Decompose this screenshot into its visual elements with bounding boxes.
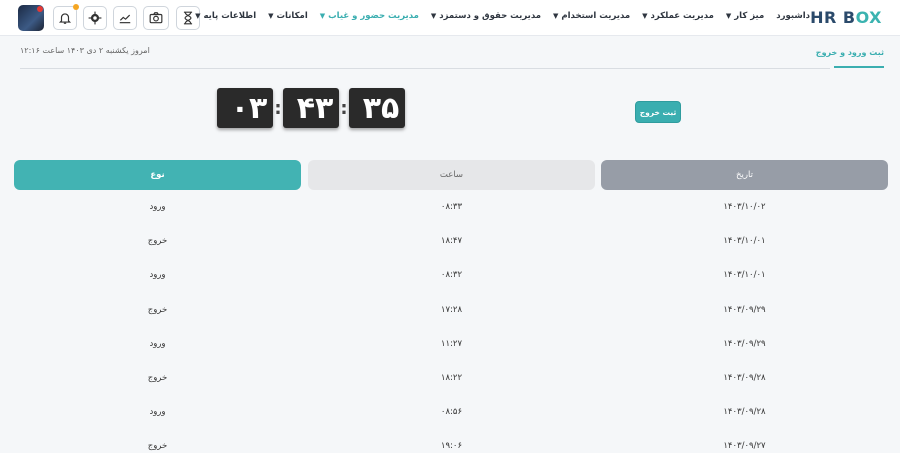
notification-dot (73, 4, 79, 10)
cell-time: ۰۸:۳۲ (440, 270, 463, 281)
cell-date: ۱۴۰۳/۰۹/۲۹ (723, 304, 766, 315)
live-clock: ۰۳ : ۴۳ : ۳۵ (217, 88, 405, 128)
table-row: ورود ۰۸:۵۶ ۱۴۰۳/۰۹/۲۸ (0, 395, 900, 429)
bell-button[interactable] (53, 4, 79, 30)
settings-button[interactable] (83, 6, 107, 30)
nav-item-base-info[interactable]: اطلاعات پایه ▼ (195, 11, 256, 21)
cell-date: ۱۴۰۳/۱۰/۰۲ (723, 202, 766, 212)
nav-item-features[interactable]: امکانات ▼ (268, 11, 308, 21)
cell-type: خروج (147, 236, 168, 247)
column-header-type[interactable]: نوع (14, 160, 301, 190)
current-date-text: امروز یکشنبه ۲ دی ۱۴۰۳ ساعت ۱۲:۱۶ (20, 46, 150, 55)
table-row: ورود ۰۸:۳۲ ۱۴۰۳/۱۰/۰۱ (0, 258, 900, 292)
nav-item-dashboard[interactable]: داشبورد (776, 11, 810, 21)
table-row: خروج ۱۹:۰۶ ۱۴۰۳/۰۹/۲۷ (0, 429, 900, 453)
clock-separator: : (340, 97, 348, 119)
cell-time: ۰۸:۵۶ (440, 407, 463, 418)
camera-button[interactable] (143, 6, 169, 30)
hourglass-icon (183, 11, 193, 25)
reports-button[interactable] (113, 6, 137, 30)
main-nav: داشبورد میز کار ▼ مدیریت عملکرد ▼ مدیریت ا… (195, 11, 810, 21)
cell-date: ۱۴۰۳/۰۹/۲۸ (723, 407, 766, 418)
chevron-down-icon: ▼ (553, 12, 559, 20)
cell-type: ورود (149, 407, 166, 418)
attendance-table-body: ورود ۰۸:۳۳ ۱۴۰۳/۱۰/۰۲ خروج ۱۸:۴۷ ۱۴۰۳/۱۰… (0, 190, 900, 453)
cell-type: خروج (147, 441, 168, 452)
nav-item-recruitment[interactable]: مدیریت استخدام ▼ (553, 11, 630, 21)
cell-date: ۱۴۰۳/۰۹/۲۹ (723, 338, 766, 349)
register-exit-button[interactable]: ثبت خروج (635, 101, 681, 123)
cell-type: ورود (149, 338, 166, 349)
clock-minutes: ۴۳ (283, 88, 339, 128)
nav-item-payroll[interactable]: مدیریت حقوق و دستمزد ▼ (431, 11, 541, 21)
cell-time: ۱۱:۲۷ (440, 338, 463, 349)
cell-date: ۱۴۰۳/۱۰/۰۱ (723, 270, 766, 281)
cell-type: خروج (147, 304, 168, 315)
cell-time: ۱۷:۲۸ (440, 304, 463, 315)
hrbox-logo[interactable]: HR BOX (810, 8, 882, 27)
avatar[interactable] (18, 5, 44, 31)
camera-icon (149, 12, 163, 24)
cell-type: ورود (149, 270, 166, 281)
table-row: ورود ۱۱:۲۷ ۱۴۰۳/۰۹/۲۹ (0, 327, 900, 361)
chevron-down-icon: ▼ (430, 12, 437, 20)
table-row: خروج ۱۸:۲۲ ۱۴۰۳/۰۹/۲۸ (0, 361, 900, 395)
table-row: ورود ۰۸:۳۳ ۱۴۰۳/۱۰/۰۲ (0, 190, 900, 224)
nav-item-attendance[interactable]: مدیریت حضور و غیاب ▼ (320, 11, 419, 21)
table-row: خروج ۱۸:۴۷ ۱۴۰۳/۱۰/۰۱ (0, 224, 900, 258)
cell-type: ورود (149, 202, 166, 212)
bell-icon (58, 13, 72, 24)
cell-date: ۱۴۰۳/۰۹/۲۷ (723, 441, 766, 452)
tab-active-indicator (834, 66, 884, 68)
cell-date: ۱۴۰۳/۰۹/۲۸ (723, 372, 766, 383)
tab-clock-in-out[interactable]: ثبت ورود و خروج (816, 48, 884, 57)
top-bar: داشبورد میز کار ▼ مدیریت عملکرد ▼ مدیریت ا… (0, 0, 900, 36)
chevron-down-icon: ▼ (319, 12, 326, 20)
cell-date: ۱۴۰۳/۱۰/۰۱ (723, 236, 766, 247)
divider (20, 68, 830, 69)
column-header-date[interactable]: تاریخ (601, 160, 888, 190)
chevron-down-icon: ▼ (195, 12, 201, 20)
clock-separator: : (274, 97, 282, 119)
cell-type: خروج (147, 372, 168, 383)
clock-seconds: ۳۵ (349, 88, 405, 128)
gear-icon (88, 11, 102, 25)
table-row: خروج ۱۷:۲۸ ۱۴۰۳/۰۹/۲۹ (0, 293, 900, 327)
online-status-dot (37, 6, 43, 12)
cell-time: ۱۸:۲۲ (440, 372, 463, 383)
cell-time: ۱۹:۰۶ (440, 441, 463, 452)
chevron-down-icon: ▼ (642, 12, 648, 20)
clock-hours: ۰۳ (217, 88, 273, 128)
chevron-down-icon: ▼ (268, 12, 274, 20)
cell-time: ۱۸:۴۷ (440, 236, 463, 247)
column-header-time[interactable]: ساعت (308, 160, 595, 190)
chart-icon (119, 14, 131, 24)
nav-item-performance[interactable]: مدیریت عملکرد ▼ (642, 11, 714, 21)
chevron-down-icon: ▼ (725, 12, 732, 20)
cell-time: ۰۸:۳۳ (440, 202, 463, 212)
nav-item-workdesk[interactable]: میز کار ▼ (726, 11, 764, 21)
